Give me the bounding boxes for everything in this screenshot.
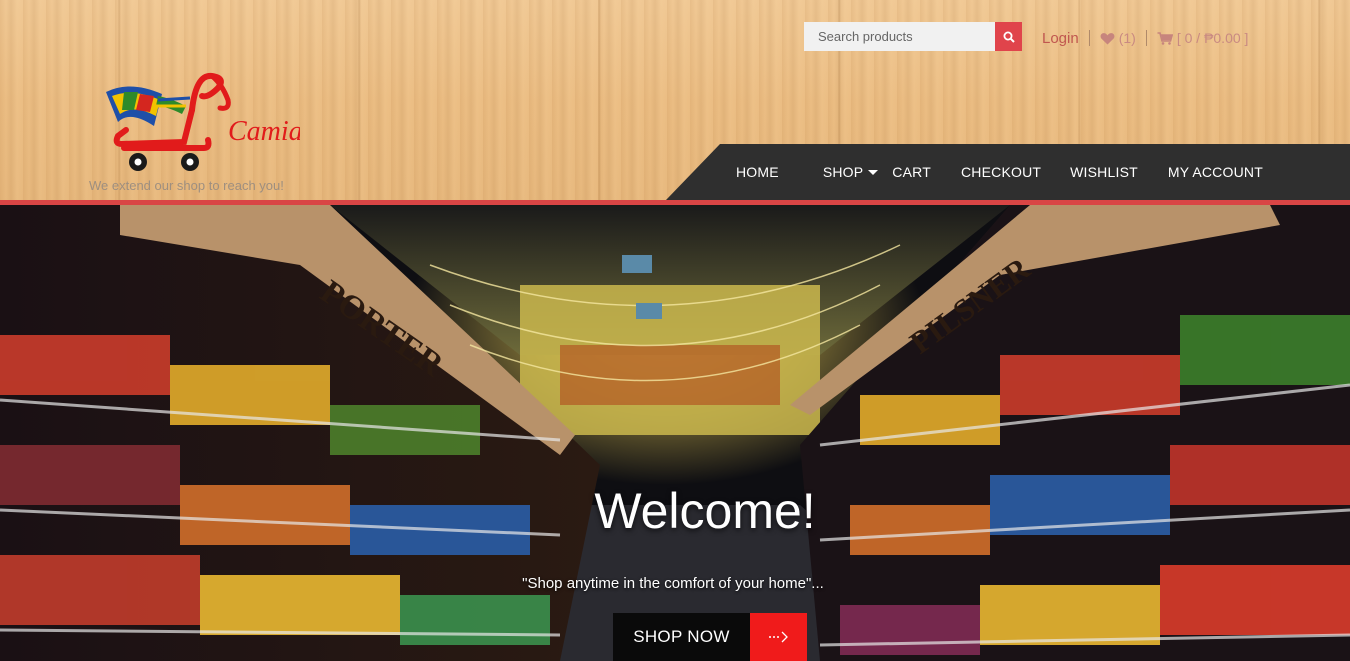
search-input[interactable] [804, 22, 995, 51]
nav-item-checkout[interactable]: CHECKOUT [961, 144, 1041, 200]
nav-item-label: CHECKOUT [960, 164, 1042, 180]
nav-item-label: WISHLIST [1070, 164, 1138, 180]
wishlist-link[interactable]: (1) [1100, 30, 1136, 46]
cart-summary: [ 0 / ₱0.00 ] [1176, 30, 1249, 46]
search-form [804, 22, 1022, 51]
arrow-right-icon [750, 613, 807, 661]
nav-item-cart[interactable]: CART [892, 144, 931, 200]
logo-wordmark: Camia [228, 116, 300, 147]
main-nav: HOME SHOP CART CHECKOUT WISHLIST MY ACCO… [736, 144, 1263, 200]
nav-item-home[interactable]: HOME [736, 144, 779, 200]
site-header: Login (1) [ 0 / ₱0.00 ] [0, 0, 1350, 200]
nav-item-shop[interactable]: SHOP [822, 144, 879, 200]
hero-title: Welcome! [594, 483, 816, 539]
camia-logo[interactable]: Camia [100, 70, 300, 175]
heart-icon [1100, 32, 1115, 45]
nav-item-my-account[interactable]: MY ACCOUNT [1168, 144, 1263, 200]
nav-item-label: MY ACCOUNT [1167, 164, 1263, 180]
nav-item-label: HOME [736, 164, 779, 180]
search-button[interactable] [995, 22, 1022, 51]
cart-link[interactable]: [ 0 / ₱0.00 ] [1157, 30, 1249, 46]
nav-item-wishlist[interactable]: WISHLIST [1070, 144, 1138, 200]
divider [1145, 30, 1147, 46]
cart-icon [1157, 31, 1173, 45]
account-links: Login (1) [ 0 / ₱0.00 ] [1036, 28, 1248, 48]
login-link[interactable]: Login [1042, 30, 1079, 47]
hero-subtitle: "Shop anytime in the comfort of your hom… [522, 575, 824, 592]
nav-item-label: SHOP [822, 164, 864, 180]
hero-banner: PORTER PILSNER Welcome! "Shop anytime in… [0, 205, 1350, 661]
search-icon [1003, 31, 1015, 43]
store-aisle-photo: PORTER PILSNER [0, 205, 1350, 661]
caret-down-icon [868, 169, 879, 175]
nav-item-label: CART [892, 164, 931, 180]
shop-now-label: SHOP NOW [613, 613, 750, 661]
site-tagline: We extend our shop to reach you! [89, 178, 284, 193]
wishlist-count: (1) [1118, 30, 1136, 46]
shop-now-button[interactable]: SHOP NOW [613, 613, 807, 661]
divider [1088, 30, 1090, 46]
